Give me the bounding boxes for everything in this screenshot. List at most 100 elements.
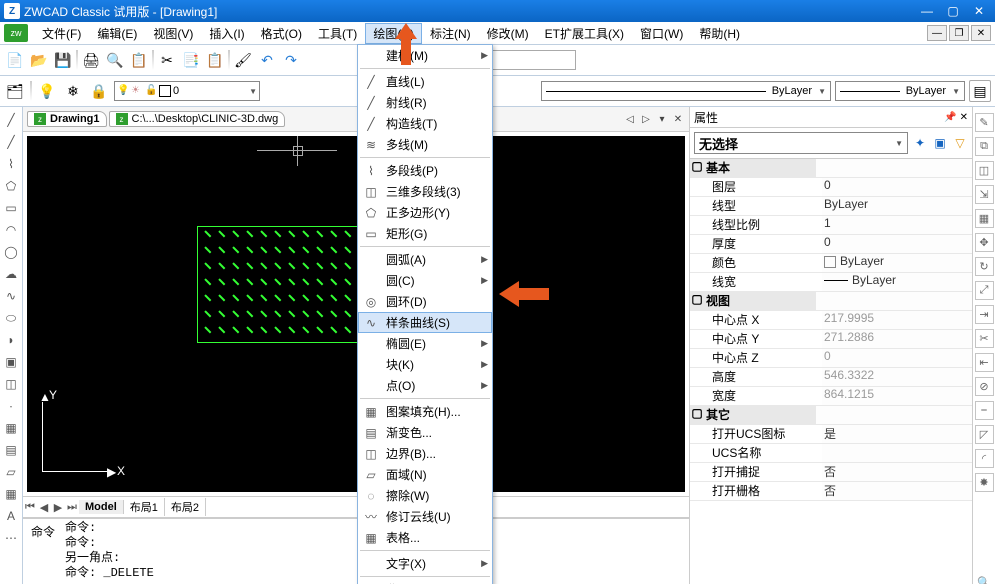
lineweight-combo[interactable]: ByLayer ▼ [835, 81, 965, 101]
redo-icon[interactable]: ↷ [280, 49, 302, 71]
tool-move-icon[interactable]: ✥ [975, 233, 994, 252]
select-objects-icon[interactable]: ▣ [932, 135, 948, 151]
copy-icon[interactable]: 📑 [180, 49, 202, 71]
menu-help[interactable]: 帮助(H) [691, 23, 748, 44]
tool-mirror-icon[interactable]: ◫ [975, 161, 994, 180]
tool-rotate-icon[interactable]: ↻ [975, 257, 994, 276]
menu-item[interactable]: ⬠正多边形(Y) [358, 202, 492, 223]
drawing-canvas[interactable]: ▲▶ Y X [27, 136, 685, 492]
tool-stretch-icon[interactable]: ⇥ [975, 305, 994, 324]
layout-prev-icon[interactable]: ◀ [37, 501, 51, 514]
prop-thickness[interactable]: 0 [822, 235, 972, 253]
tool-ellipse-icon[interactable]: ⬭ [2, 309, 20, 327]
prop-ltscale[interactable]: 1 [822, 216, 972, 234]
menu-item[interactable]: 椭圆(E)▶ [358, 333, 492, 354]
quick-select-icon[interactable]: ✦ [912, 135, 928, 151]
menu-item[interactable]: ◫边界(B)... [358, 443, 492, 464]
menu-item[interactable]: ≋多线(M) [358, 134, 492, 155]
tool-polygon-icon[interactable]: ⬠ [2, 177, 20, 195]
print-icon[interactable]: 🖨 [80, 49, 102, 71]
prop-snap[interactable]: 否 [822, 463, 972, 481]
menu-item[interactable]: ▭矩形(G) [358, 223, 492, 244]
menu-item[interactable]: ◎圆环(D) [358, 291, 492, 312]
tab-model[interactable]: Model [79, 500, 124, 514]
layer-state-icon[interactable]: 💡 [36, 80, 58, 102]
tab-dropdown-icon[interactable]: ▾ [655, 112, 669, 126]
tool-arc-icon[interactable]: ◠ [2, 221, 20, 239]
layout-next-icon[interactable]: ▶ [51, 501, 65, 514]
menu-insert[interactable]: 插入(I) [201, 23, 252, 44]
mdi-restore-button[interactable]: ❐ [949, 25, 969, 41]
tool-text-icon[interactable]: A [2, 507, 20, 525]
menu-item[interactable]: ╱构造线(T) [358, 113, 492, 134]
prop-ucsname[interactable] [822, 444, 972, 462]
prop-grid[interactable]: 否 [822, 482, 972, 500]
tab-close-icon[interactable]: ✕ [671, 112, 685, 126]
tool-ellipse-arc-icon[interactable]: ◗ [2, 331, 20, 349]
tool-explode-icon[interactable]: ✸ [975, 473, 994, 492]
doctab-clinic3d[interactable]: z C:\...\Desktop\CLINIC-3D.dwg [109, 111, 286, 127]
tool-fillet-icon[interactable]: ◜ [975, 449, 994, 468]
menu-window[interactable]: 窗口(W) [632, 23, 691, 44]
menu-item[interactable]: ▱面域(N) [358, 464, 492, 485]
menu-dimension[interactable]: 标注(N) [422, 23, 479, 44]
mdi-close-button[interactable]: ✕ [971, 25, 991, 41]
color-control-icon[interactable]: ▤ [969, 80, 991, 102]
tab-layout2[interactable]: 布局2 [165, 498, 206, 516]
tool-region-icon[interactable]: ▱ [2, 463, 20, 481]
layout-last-icon[interactable]: ⏭ [65, 501, 79, 514]
menu-item[interactable]: ╱直线(L) [358, 71, 492, 92]
layer-manager-icon[interactable]: 🗂 [4, 80, 26, 102]
menu-item[interactable]: 点(O)▶ [358, 375, 492, 396]
menu-item[interactable]: ◌擦除(W) [358, 485, 492, 506]
doctab-drawing1[interactable]: z Drawing1 [27, 111, 107, 127]
menu-item[interactable]: ∿样条曲线(S) [358, 312, 492, 333]
tool-polyline-icon[interactable]: ⌇ [2, 155, 20, 173]
menu-item[interactable]: ╱射线(R) [358, 92, 492, 113]
menu-tools[interactable]: 工具(T) [310, 23, 365, 44]
tool-table-icon[interactable]: ▦ [2, 485, 20, 503]
tool-insert-icon[interactable]: ▣ [2, 353, 20, 371]
menu-item[interactable]: 块(K)▶ [358, 354, 492, 375]
tool-rect-icon[interactable]: ▭ [2, 199, 20, 217]
menu-item[interactable]: ◫三维多段线(3) [358, 181, 492, 202]
preview-icon[interactable]: 🔍 [104, 49, 126, 71]
tool-more-icon[interactable]: ⋯ [2, 529, 20, 547]
layer-combo[interactable]: 💡☀🔓 0 ▼ [114, 81, 260, 101]
menu-item[interactable]: ▦表格... [358, 527, 492, 548]
tool-erase-icon[interactable]: ✎ [975, 113, 994, 132]
paste-icon[interactable]: 📋 [204, 49, 226, 71]
tool-extend-icon[interactable]: ⇤ [975, 353, 994, 372]
prop-layer[interactable]: 0 [822, 178, 972, 196]
menu-item[interactable]: 圆(C)▶ [358, 270, 492, 291]
menu-view[interactable]: 视图(V) [145, 23, 201, 44]
menu-item[interactable]: ⌇多段线(P) [358, 160, 492, 181]
zoom-combo[interactable] [484, 50, 576, 70]
tool-revcloud-icon[interactable]: ☁ [2, 265, 20, 283]
tab-next-icon[interactable]: ▷ [639, 112, 653, 126]
tool-hatch-icon[interactable]: ▦ [2, 419, 20, 437]
match-prop-icon[interactable]: 🖌 [232, 49, 254, 71]
tool-copy-icon[interactable]: ⧉ [975, 137, 994, 156]
close-button[interactable]: ✕ [967, 3, 991, 19]
tool-point-icon[interactable]: ∙ [2, 397, 20, 415]
tool-line-icon[interactable]: ╱ [2, 111, 20, 129]
tool-join-icon[interactable]: ⎯ [975, 401, 994, 420]
tool-palette-icon[interactable]: 🔍 [976, 574, 993, 584]
save-file-icon[interactable]: 💾 [52, 49, 74, 71]
new-file-icon[interactable]: 📄 [4, 49, 26, 71]
tool-offset-icon[interactable]: ⇲ [975, 185, 994, 204]
tool-array-icon[interactable]: ▦ [975, 209, 994, 228]
filter-icon[interactable]: ▽ [952, 135, 968, 151]
prop-linetype[interactable]: ByLayer [822, 197, 972, 215]
tool-break-icon[interactable]: ⊘ [975, 377, 994, 396]
open-file-icon[interactable]: 📂 [28, 49, 50, 71]
menu-item[interactable]: 圆弧(A)▶ [358, 249, 492, 270]
panel-pin-icon[interactable]: 📌 ✕ [944, 112, 968, 123]
menu-file[interactable]: 文件(F) [34, 23, 89, 44]
layout-first-icon[interactable]: ⏮ [23, 501, 37, 514]
menu-item[interactable]: 文字(X)▶ [358, 553, 492, 574]
tab-prev-icon[interactable]: ◁ [623, 112, 637, 126]
prop-color[interactable]: ByLayer [822, 254, 972, 272]
tool-spline-icon[interactable]: ∿ [2, 287, 20, 305]
